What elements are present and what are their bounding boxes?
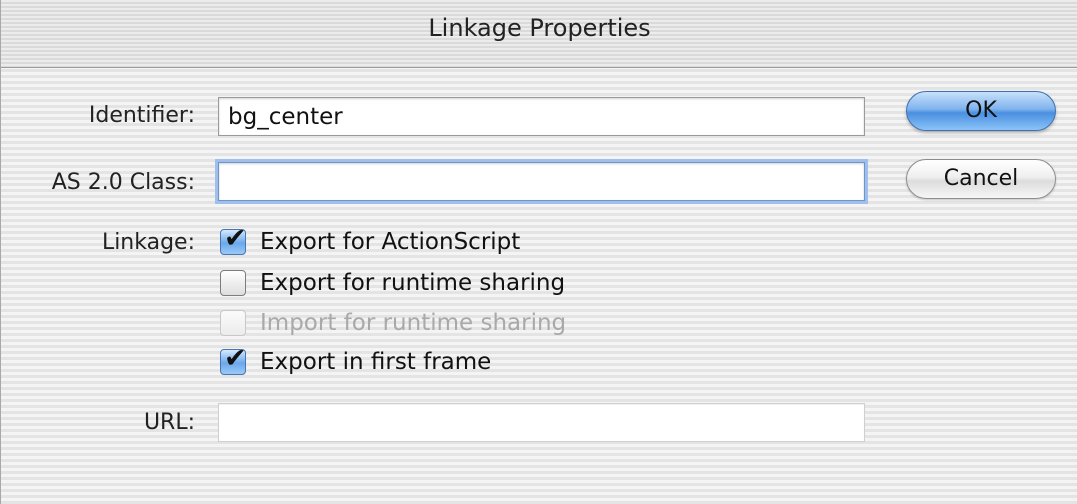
linkage-label: Linkage: xyxy=(101,230,195,255)
export-for-runtime-sharing-checkbox[interactable] xyxy=(220,270,246,296)
cancel-button[interactable]: Cancel xyxy=(906,159,1056,199)
class-field[interactable] xyxy=(218,162,865,201)
checkmark-icon: ✔ xyxy=(224,223,247,254)
export-in-first-frame-checkbox[interactable]: ✔ xyxy=(220,344,247,375)
export-in-first-frame-option[interactable]: ✔ Export in first frame xyxy=(220,344,492,378)
import-for-runtime-sharing-option: Import for runtime sharing xyxy=(220,307,566,339)
url-label: URL: xyxy=(143,410,195,435)
title-bar[interactable]: Linkage Properties xyxy=(1,0,1077,68)
export-for-actionscript-checkbox[interactable]: ✔ xyxy=(220,224,247,255)
export-for-runtime-sharing-option[interactable]: Export for runtime sharing xyxy=(220,267,565,299)
window-title: Linkage Properties xyxy=(428,14,651,42)
identifier-label: Identifier: xyxy=(88,103,195,128)
import-for-runtime-sharing-label: Import for runtime sharing xyxy=(260,310,567,336)
import-for-runtime-sharing-checkbox xyxy=(220,310,246,336)
export-for-actionscript-label: Export for ActionScript xyxy=(260,229,521,255)
checkmark-icon: ✔ xyxy=(224,343,247,374)
class-label: AS 2.0 Class: xyxy=(51,170,195,195)
identifier-field[interactable] xyxy=(218,97,865,136)
linkage-properties-dialog: Linkage Properties Identifier: AS 2.0 Cl… xyxy=(0,0,1077,504)
ok-button[interactable]: OK xyxy=(906,91,1056,131)
url-field[interactable] xyxy=(218,403,865,442)
export-for-actionscript-option[interactable]: ✔ Export for ActionScript xyxy=(220,224,521,258)
export-in-first-frame-label: Export in first frame xyxy=(260,349,492,375)
export-for-runtime-sharing-label: Export for runtime sharing xyxy=(260,270,566,296)
